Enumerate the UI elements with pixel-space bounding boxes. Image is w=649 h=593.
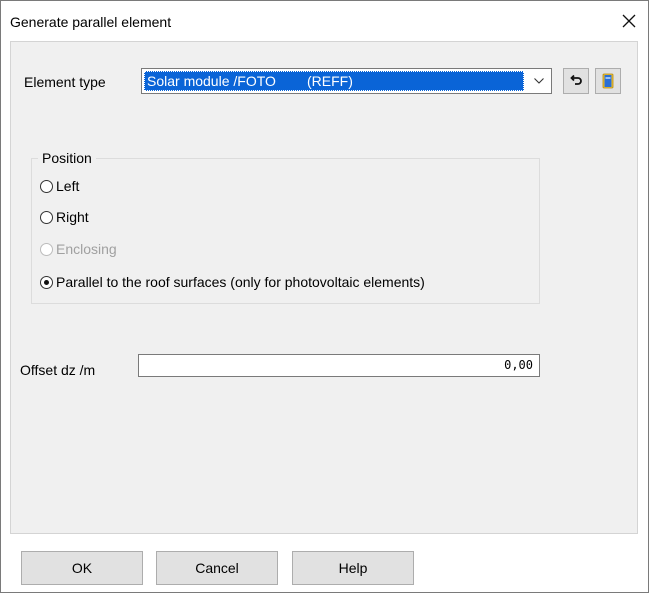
radio-left[interactable]: Left (40, 176, 79, 196)
undo-icon (570, 74, 582, 85)
close-button[interactable] (612, 6, 646, 36)
library-button[interactable] (595, 68, 621, 94)
radio-parallel-roof[interactable]: Parallel to the roof surfaces (only for … (40, 272, 425, 292)
radio-enclosing: Enclosing (40, 239, 117, 259)
radio-button[interactable] (40, 210, 53, 224)
offset-label: Offset dz /m (20, 362, 96, 378)
radio-label: Enclosing (56, 241, 117, 257)
offset-input[interactable]: 0,00 (138, 354, 540, 377)
help-button[interactable]: Help (292, 551, 414, 585)
radio-label: Parallel to the roof surfaces (only for … (56, 274, 425, 290)
radio-button[interactable] (40, 179, 53, 193)
radio-label: Right (56, 209, 89, 225)
radio-button[interactable] (40, 275, 53, 289)
undo-button[interactable] (563, 68, 589, 94)
radio-label: Left (56, 178, 80, 194)
element-type-dropdown[interactable]: Solar module /FOTO (REFF) (141, 68, 552, 94)
cancel-button[interactable]: Cancel (156, 551, 278, 585)
radio-button (40, 242, 53, 256)
radio-right[interactable]: Right (40, 207, 89, 227)
title-bar: Generate parallel element (1, 1, 648, 41)
ok-button[interactable]: OK (21, 551, 143, 585)
element-type-selected-value: Solar module /FOTO (REFF) (144, 71, 524, 91)
generate-parallel-element-dialog: Generate parallel element Element type S… (0, 0, 649, 593)
element-type-label: Element type (24, 74, 106, 90)
book-icon (602, 73, 614, 89)
close-icon (622, 14, 636, 28)
dialog-title: Generate parallel element (10, 14, 172, 30)
position-legend: Position (38, 150, 96, 166)
chevron-down-icon (534, 78, 544, 84)
dialog-client-area: Element type Solar module /FOTO (REFF) P… (10, 41, 638, 534)
dropdown-arrow-button[interactable] (528, 70, 550, 92)
